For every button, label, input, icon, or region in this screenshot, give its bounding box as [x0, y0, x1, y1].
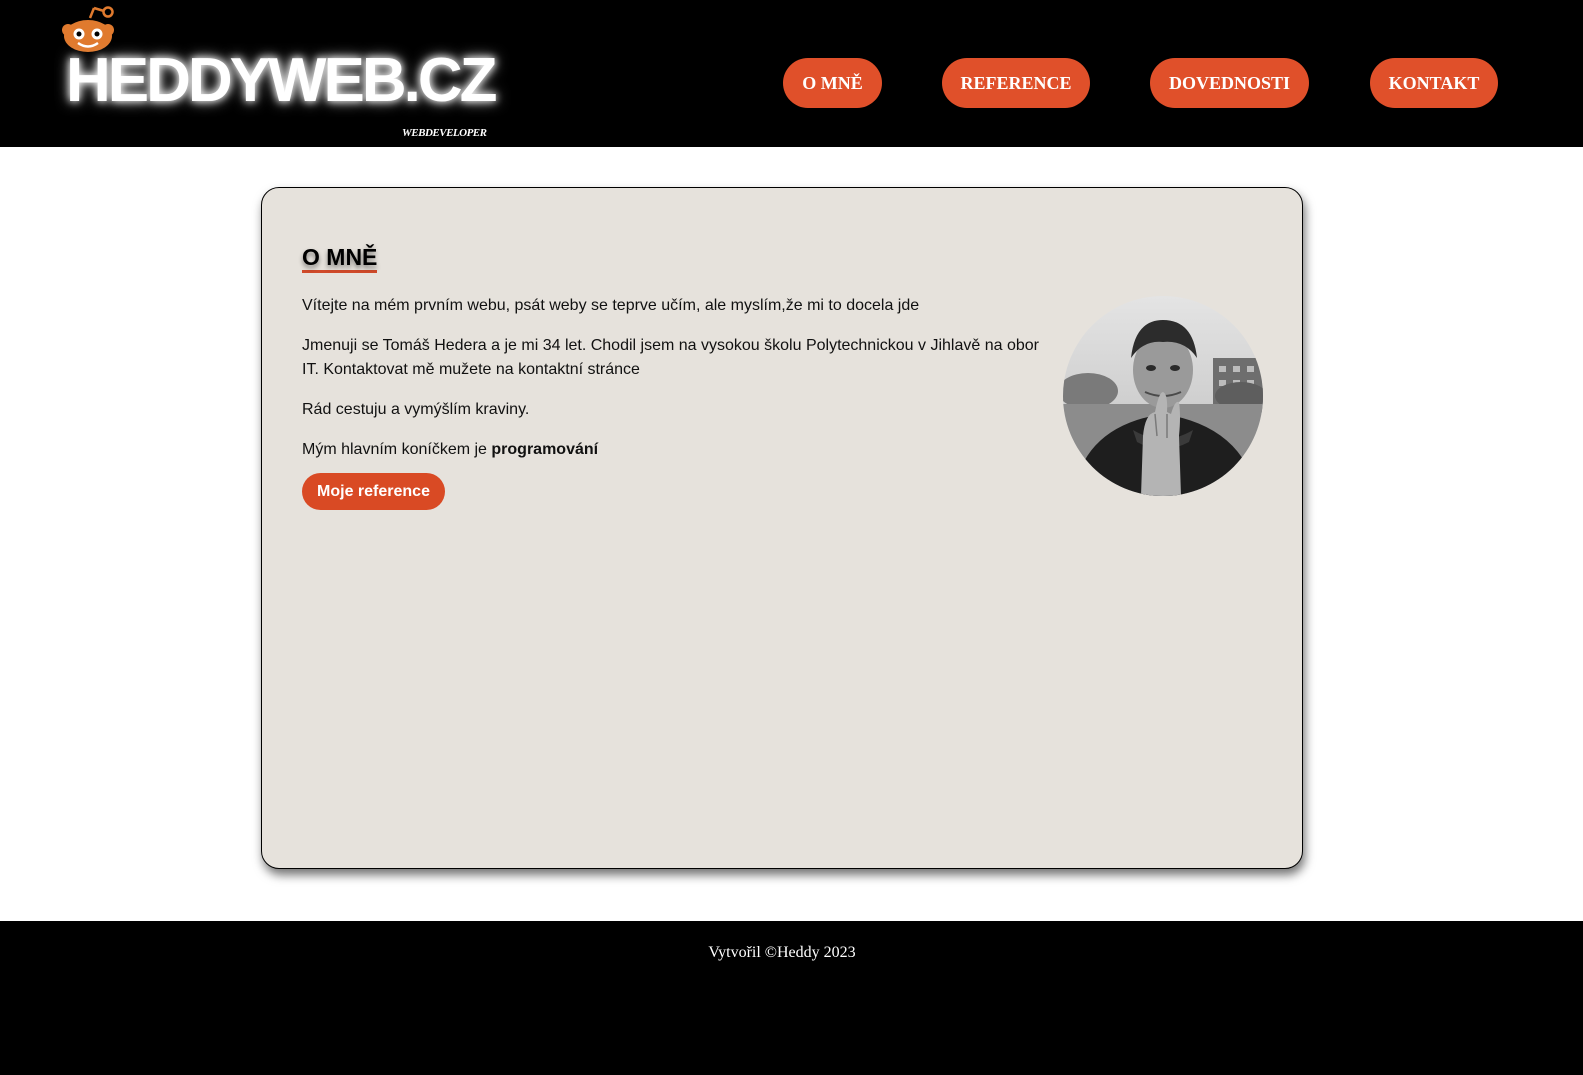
- profile-photo-image: [1063, 296, 1263, 496]
- site-header: HEDDYWEB.CZ WEBDEVELOPER O MNĚ REFERENCE…: [0, 0, 1583, 147]
- hobby-paragraph: Mým hlavním koníčkem je programování: [302, 438, 1042, 462]
- footer-copyright: Vytvořil ©Heddy 2023: [708, 944, 856, 961]
- site-footer: Vytvořil ©Heddy 2023: [0, 921, 1583, 1075]
- site-logo[interactable]: HEDDYWEB.CZ: [66, 50, 498, 112]
- hobby-highlight: programování: [491, 441, 599, 458]
- profile-photo: [1063, 296, 1263, 496]
- page-title: O MNĚ: [302, 244, 378, 273]
- bio-paragraph: Jmenuji se Tomáš Hedera a je mi 34 let. …: [302, 337, 1039, 378]
- nav-skills-button[interactable]: DOVEDNOSTI: [1150, 58, 1309, 108]
- site-tagline: WEBDEVELOPER: [402, 127, 487, 139]
- about-card: O MNĚ Vítejte na mém prvním webu, psát w…: [261, 187, 1303, 869]
- nav-contact-button[interactable]: KONTAKT: [1370, 58, 1498, 108]
- travel-paragraph: Rád cestuju a vymýšlím kraviny.: [302, 401, 530, 418]
- my-reference-button[interactable]: Moje reference: [302, 473, 445, 510]
- intro-paragraph: Vítejte na mém prvním webu, psát weby se…: [302, 297, 920, 314]
- nav-about-button[interactable]: O MNĚ: [783, 58, 882, 108]
- nav-reference-button[interactable]: REFERENCE: [942, 58, 1090, 108]
- hobby-prefix: Mým hlavním koníčkem je: [302, 441, 492, 458]
